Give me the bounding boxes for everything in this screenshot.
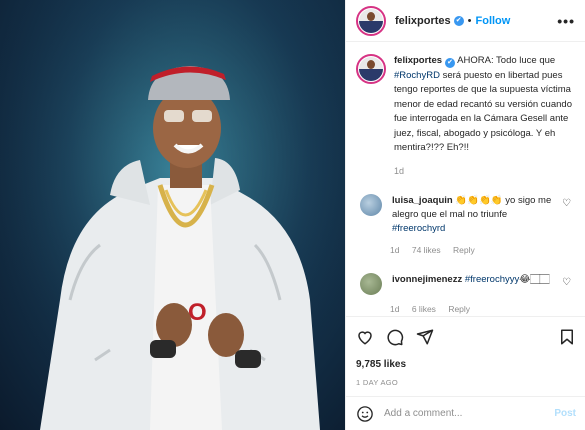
comment-item: ivonnejimenezz #freerochyyy😂🏻🏻 ♡ [356,272,573,295]
share-icon[interactable] [416,328,434,346]
comment-meta: 1d 6 likes Reply [390,304,573,314]
verified-icon: ✔ [445,58,456,68]
post-header: felixportes ✔ • Follow ••• [346,0,585,42]
likes-count[interactable]: 9,785 likes [356,359,576,370]
commenter-avatar[interactable] [360,272,382,295]
header-separator: • [467,14,472,27]
comments-section: felixportes ✔ AHORA: Todo luce que #Rochy… [346,42,585,314]
caption-text-part2: será puesto en libertad pues tengo repor… [394,69,572,154]
post-age: 1 DAY AGO [356,378,399,387]
comment-likes[interactable]: 74 likes [412,245,441,255]
verified-icon: ✔ [453,15,464,26]
action-bar [356,325,576,349]
comment-hashtag[interactable]: #freerochyrd [392,223,445,234]
caption-age: 1d [394,165,405,176]
instagram-post: O felixportes ✔ • Follow ••• felixportes… [0,0,585,430]
comment-text: luisa_joaquin 👏👏👏👏 yo sigo me alegro que… [392,194,562,236]
comment-likes[interactable]: 6 likes [412,304,436,314]
comment-like-heart-icon[interactable]: ♡ [562,198,571,209]
commenter-avatar[interactable] [360,193,382,216]
add-comment-input[interactable] [384,408,555,419]
caption-text: felixportes ✔ AHORA: Todo luce que #Rochy… [394,54,573,156]
add-comment-bar: Post [346,396,585,430]
heart-icon[interactable] [356,328,374,346]
commenter-username[interactable]: luisa_joaquin [392,195,453,206]
bookmark-icon[interactable] [558,328,576,346]
comment-age: 1d [390,244,400,255]
comment-icon[interactable] [386,328,404,346]
comment-age: 1d [390,303,400,314]
comment-text: ivonnejimenezz #freerochyyy😂🏻🏻 [392,273,562,295]
caption-text-part1: AHORA: Todo luce que [455,55,556,66]
emoji-icon[interactable] [356,405,374,423]
caption-hashtag[interactable]: #RochyRD [394,70,440,81]
comment-reply-button[interactable]: Reply [448,304,470,314]
comment-reply-button[interactable]: Reply [453,245,475,255]
post-caption: felixportes ✔ AHORA: Todo luce que #Rochy… [356,54,573,156]
author-username[interactable]: felixportes [395,15,451,27]
commenter-username[interactable]: ivonnejimenezz [392,274,462,285]
post-comment-button[interactable]: Post [554,408,576,419]
follow-button[interactable]: Follow [476,15,511,27]
caption-avatar[interactable] [356,54,386,84]
post-sidebar: felixportes ✔ • Follow ••• felixportes ✔ … [345,0,585,430]
caption-username[interactable]: felixportes [394,55,442,66]
photo-illustration: O [0,0,345,430]
post-photo[interactable]: O [0,0,345,430]
comment-like-heart-icon[interactable]: ♡ [562,277,571,288]
comment-item: luisa_joaquin 👏👏👏👏 yo sigo me alegro que… [356,193,573,236]
more-options-icon[interactable]: ••• [557,13,575,29]
comment-meta: 1d 74 likes Reply [390,245,573,255]
comment-hashtag[interactable]: #freerochyyy [465,274,519,285]
post-actions: 9,785 likes 1 DAY AGO [346,316,585,387]
comment-text-part2: 😂🏻🏻 [519,273,550,285]
author-avatar[interactable] [356,5,386,36]
